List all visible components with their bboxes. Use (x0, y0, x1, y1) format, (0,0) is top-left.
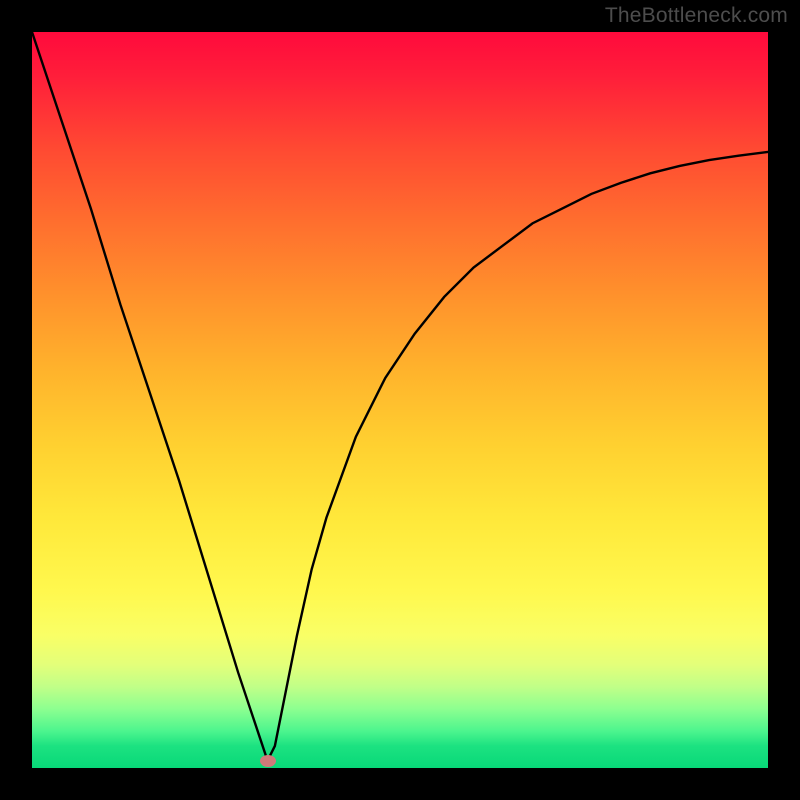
plot-area (32, 32, 768, 768)
minimum-marker (260, 755, 276, 767)
bottleneck-curve (32, 32, 768, 761)
curve-svg (32, 32, 768, 768)
watermark-text: TheBottleneck.com (605, 4, 788, 28)
chart-frame: TheBottleneck.com (0, 0, 800, 800)
